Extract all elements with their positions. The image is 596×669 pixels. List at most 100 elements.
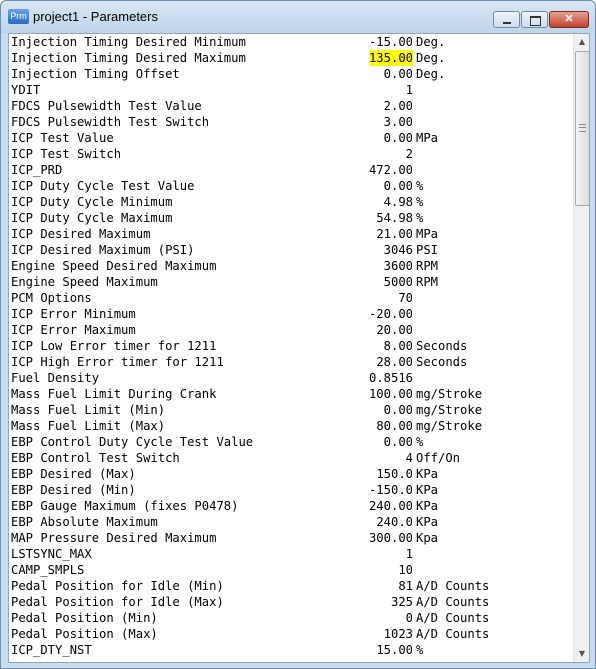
parameter-name: ICP_DTY_NST (11, 643, 92, 657)
scroll-down-icon[interactable]: ▼ (574, 646, 589, 662)
parameter-row[interactable]: Engine Speed Maximum 5000 RPM (11, 274, 573, 290)
minimize-button[interactable] (493, 11, 520, 28)
parameter-value: 80.00 (376, 419, 413, 433)
parameter-name: Pedal Position (Min) (11, 611, 158, 625)
parameter-row[interactable]: ICP Error Minimum -20.00 (11, 306, 573, 322)
parameter-name: Engine Speed Desired Maximum (11, 259, 217, 273)
parameter-row[interactable]: Injection Timing Desired Minimum -15.00 De… (11, 34, 573, 50)
vertical-scrollbar[interactable]: ▲ ▼ (573, 34, 589, 662)
parameter-value: 0.00 (383, 179, 413, 193)
scroll-thumb[interactable] (575, 51, 589, 206)
parameter-value: -150.0 (368, 483, 413, 497)
parameter-unit: mg/Stroke (416, 387, 483, 401)
parameter-name: ICP Error Minimum (11, 307, 136, 321)
parameter-value: 3.00 (383, 115, 413, 129)
parameter-unit: KPa (416, 515, 439, 529)
parameter-row[interactable]: ICP Duty Cycle Maximum 54.98% (11, 210, 573, 226)
parameter-value: 0.00 (383, 403, 413, 417)
parameter-name: Pedal Position (Max) (11, 627, 158, 641)
parameter-row[interactable]: MAP Pressure Desired Maximum 300.00 Kpa (11, 530, 573, 546)
parameter-unit: PSI (416, 243, 439, 257)
parameter-value: 10 (398, 563, 413, 577)
parameter-unit: RPM (416, 259, 439, 273)
parameter-row[interactable]: ICP Low Error timer for 1211 8.00 Seconds (11, 338, 573, 354)
parameter-name: ICP Low Error timer for 1211 (11, 339, 217, 353)
parameter-value: 4.98 (383, 195, 413, 209)
parameter-row[interactable]: ICP Duty Cycle Test Value 0.00% (11, 178, 573, 194)
parameter-row[interactable]: ICP High Error timer for 1211 28.00 Second… (11, 354, 573, 370)
parameter-unit: Seconds (416, 339, 468, 353)
parameter-row[interactable]: Pedal Position for Idle (Max) 325 A/D Coun… (11, 594, 573, 610)
parameter-name: EBP Control Duty Cycle Test Value (11, 435, 254, 449)
parameter-unit: % (416, 643, 424, 657)
parameter-unit: KPa (416, 483, 439, 497)
parameter-row[interactable]: ICP Test Value 0.00 MPa (11, 130, 573, 146)
parameter-value: 28.00 (376, 355, 413, 369)
parameter-name: Pedal Position for Idle (Min) (11, 579, 224, 593)
parameter-row[interactable]: EBP Absolute Maximum 240.0 KPa (11, 514, 573, 530)
title-bar[interactable]: Prm project1 - Parameters ✕ (1, 1, 595, 33)
parameter-row[interactable]: Mass Fuel Limit (Min) 0.00 mg/Stroke (11, 402, 573, 418)
parameter-unit: KPa (416, 467, 439, 481)
parameter-row[interactable]: EBP Gauge Maximum (fixes P0478) 240.00 KPa (11, 498, 573, 514)
parameter-name: ICP High Error timer for 1211 (11, 355, 224, 369)
parameter-row[interactable]: Injection Timing Desired Maximum 135.00 De… (11, 50, 573, 66)
parameter-value: 20.00 (376, 323, 413, 337)
parameter-row[interactable]: ICP Error Maximum 20.00 (11, 322, 573, 338)
parameter-row[interactable]: Mass Fuel Limit (Max) 80.00 mg/Stroke (11, 418, 573, 434)
parameter-name: Fuel Density (11, 371, 100, 385)
parameter-value: 1023 (383, 627, 413, 641)
parameter-row[interactable]: FDCS Pulsewidth Test Switch 3.00 (11, 114, 573, 130)
grip-icon (579, 124, 586, 132)
parameter-name: ICP Desired Maximum (PSI) (11, 243, 195, 257)
parameter-name: EBP Gauge Maximum (fixes P0478) (11, 499, 239, 513)
parameter-row[interactable]: ICP Desired Maximum (PSI) 3046 PSI (11, 242, 573, 258)
parameter-unit: RPM (416, 275, 439, 289)
parameter-value: 5000 (383, 275, 413, 289)
parameter-row[interactable]: YDIT 1 (11, 82, 573, 98)
parameter-row[interactable]: EBP Control Duty Cycle Test Value 0.00% (11, 434, 573, 450)
parameter-name: ICP Duty Cycle Minimum (11, 195, 173, 209)
scroll-up-icon[interactable]: ▲ (574, 34, 589, 50)
parameter-name: ICP Test Switch (11, 147, 122, 161)
close-button[interactable]: ✕ (549, 11, 589, 28)
parameter-row[interactable]: Mass Fuel Limit During Crank 100.00 mg/Str… (11, 386, 573, 402)
parameter-value: 0.00 (383, 435, 413, 449)
parameter-value: -20.00 (368, 307, 413, 321)
parameter-row[interactable]: ICP Duty Cycle Minimum 4.98% (11, 194, 573, 210)
parameter-row[interactable]: ICP_PRD 472.00 (11, 162, 573, 178)
parameter-row[interactable]: PCM Options 70 (11, 290, 573, 306)
parameter-row[interactable]: Engine Speed Desired Maximum 3600 RPM (11, 258, 573, 274)
parameter-row[interactable]: Pedal Position for Idle (Min) 81 A/D Count… (11, 578, 573, 594)
parameter-row[interactable]: ICP Desired Maximum 21.00 MPa (11, 226, 573, 242)
parameter-row[interactable]: CAMP_SMPLS 10 (11, 562, 573, 578)
parameter-name: Injection Timing Offset (11, 67, 180, 81)
parameter-row[interactable]: Injection Timing Offset 0.00 Deg. (11, 66, 573, 82)
parameter-name: Pedal Position for Idle (Max) (11, 595, 224, 609)
parameter-name: YDIT (11, 83, 41, 97)
parameter-row[interactable]: EBP Control Test Switch 4 Off/On (11, 450, 573, 466)
parameter-row[interactable]: FDCS Pulsewidth Test Value 2.00 (11, 98, 573, 114)
parameter-value: 70 (398, 291, 413, 305)
window-title: project1 - Parameters (33, 9, 158, 24)
parameters-list[interactable]: Injection Timing Desired Minimum -15.00 De… (11, 34, 573, 658)
parameter-row[interactable]: LSTSYNC_MAX 1 (11, 546, 573, 562)
parameter-unit: % (416, 195, 424, 209)
parameter-row[interactable]: Pedal Position (Max) 1023 A/D Counts (11, 626, 573, 642)
parameter-row[interactable]: EBP Desired (Max) 150.0 KPa (11, 466, 573, 482)
parameter-name: MAP Pressure Desired Maximum (11, 531, 217, 545)
parameter-unit: Kpa (416, 531, 439, 545)
maximize-button[interactable] (521, 11, 548, 28)
parameter-value: 4 (405, 451, 413, 465)
parameter-name: ICP Duty Cycle Test Value (11, 179, 195, 193)
parameter-row[interactable]: Fuel Density 0.8516 (11, 370, 573, 386)
parameter-row[interactable]: ICP Test Switch 2 (11, 146, 573, 162)
parameter-unit: KPa (416, 499, 439, 513)
parameter-value: 3046 (383, 243, 413, 257)
parameter-value: 0.8516 (368, 371, 413, 385)
parameter-name: EBP Absolute Maximum (11, 515, 158, 529)
parameters-window: Prm project1 - Parameters ✕ Injection Ti… (0, 0, 596, 669)
parameter-row[interactable]: EBP Desired (Min) -150.0 KPa (11, 482, 573, 498)
parameter-row[interactable]: ICP_DTY_NST 15.00% (11, 642, 573, 658)
parameter-row[interactable]: Pedal Position (Min) 0 A/D Counts (11, 610, 573, 626)
